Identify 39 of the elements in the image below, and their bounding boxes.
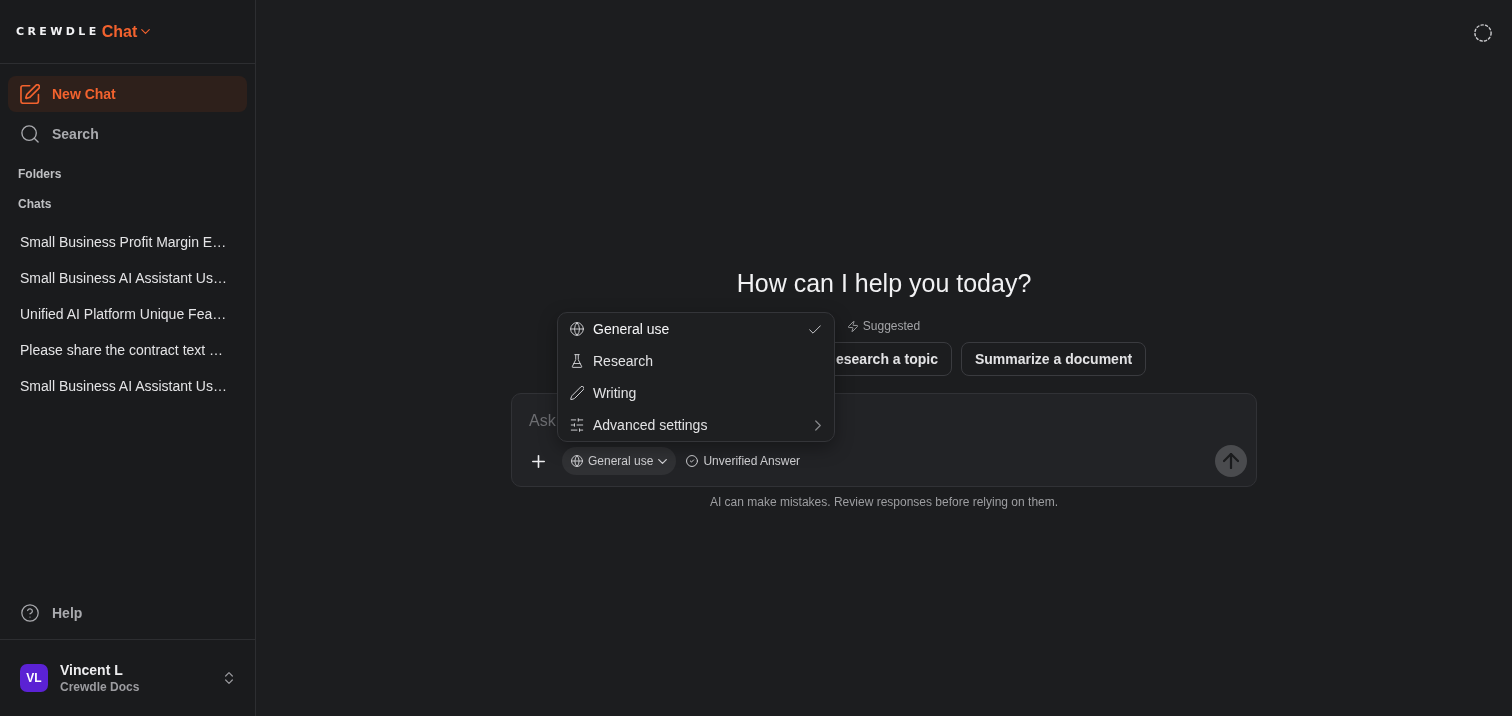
chevron-down-icon (141, 29, 151, 34)
search-icon (21, 125, 39, 143)
search-button[interactable]: Search (8, 116, 247, 152)
chevron-right-icon (815, 419, 821, 431)
globe-icon (570, 322, 584, 336)
pencil-icon (570, 386, 584, 400)
brand-logo: CREWDLE (16, 24, 100, 39)
section-label: Chats (17, 196, 53, 212)
circle-check-icon (686, 455, 699, 467)
chat-item[interactable]: Small Business AI Assistant Us… (8, 368, 247, 404)
help-button[interactable]: Help (8, 595, 247, 631)
avatar-initials: VL (20, 664, 48, 692)
suggested-label: Suggested (862, 318, 921, 334)
suggestion-chip[interactable]: Summarize a document (960, 342, 1147, 376)
chevron-down-icon (658, 458, 668, 464)
mode-dropdown[interactable]: General use (562, 447, 677, 475)
lightning-icon (847, 320, 858, 332)
help-icon (21, 604, 39, 622)
section-label: Folders (17, 166, 63, 182)
menu-item[interactable]: General use (558, 313, 834, 345)
chevrons-up-down-icon[interactable] (225, 671, 233, 685)
compose-icon (20, 84, 40, 104)
user-name: Vincent L (60, 661, 124, 679)
workspace-name: Crewdle Docs (60, 679, 141, 695)
page-heading: How can I help you today? (736, 268, 1032, 299)
chat-item[interactable]: Please share the contract text … (8, 332, 247, 368)
chat-item[interactable]: Small Business Profit Margin E… (8, 224, 247, 260)
globe-icon (571, 455, 583, 467)
sliders-icon (570, 418, 584, 432)
chat-item[interactable]: Unified AI Platform Unique Fea… (8, 296, 247, 332)
flask-icon (570, 354, 584, 368)
new-chat-button[interactable]: New Chat (8, 76, 247, 112)
verification-toggle[interactable]: Unverified Answer (686, 447, 801, 475)
product-switcher[interactable]: Chat (101, 21, 151, 42)
dashed-circle-icon[interactable] (1474, 24, 1492, 42)
disclaimer-text: AI can make mistakes. Review responses before relying on them. (709, 494, 1059, 510)
chat-item[interactable]: Small Business AI Assistant Us… (8, 260, 247, 296)
plus-icon (531, 454, 545, 468)
menu-item[interactable]: Advanced settings (558, 409, 834, 441)
